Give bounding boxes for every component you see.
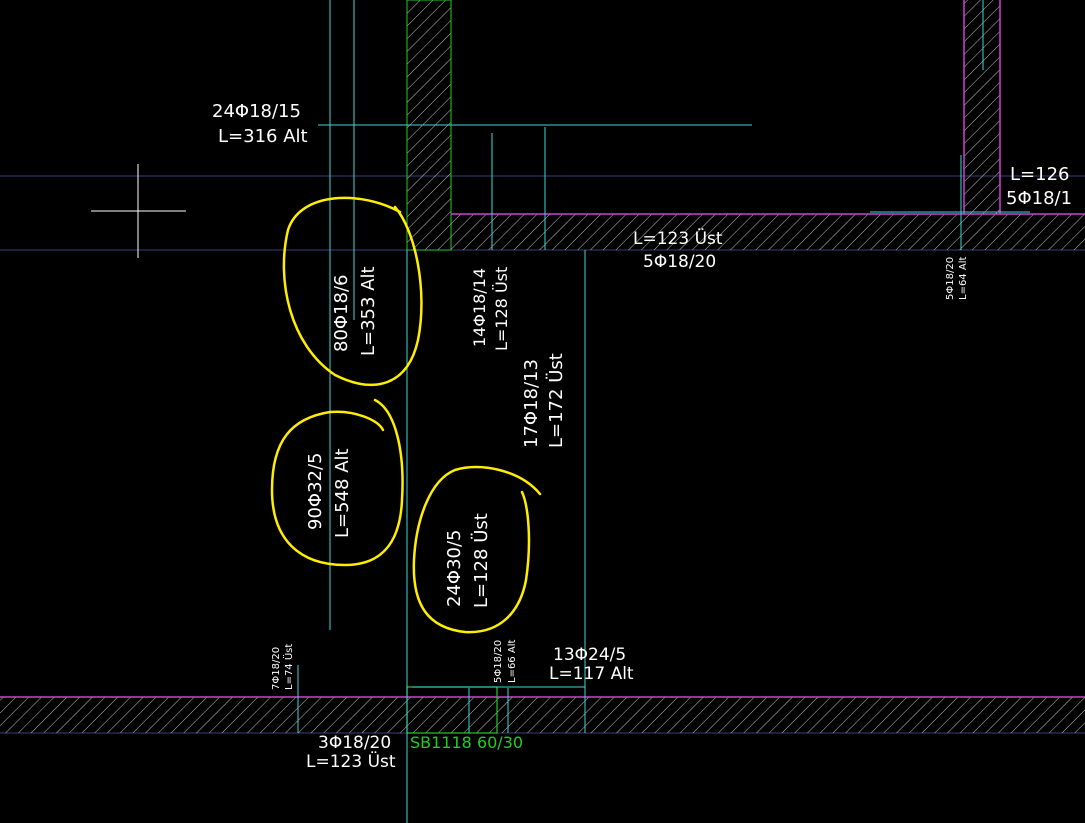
label-v14-count: 14Φ18/14 <box>470 267 489 347</box>
label-bottom-left-length: L=123 Üst <box>306 752 396 772</box>
label-v14-length: L=128 Üst <box>492 266 511 351</box>
label-right-small-count: 5Φ18/20 <box>945 256 956 300</box>
label-mid-beam-count: 5Φ18/20 <box>643 252 717 272</box>
annotation-circle-1 <box>282 196 423 387</box>
label-top-left-length: L=316 Alt <box>218 126 308 147</box>
label-v17-length: L=172 Üst <box>546 353 567 448</box>
label-right-small-length: L=64 Alt <box>958 256 969 300</box>
wall-horizontal-top <box>451 214 1085 250</box>
label-circled-2-count: 90Φ32/5 <box>305 452 326 531</box>
label-circled-1-count: 80Φ18/6 <box>331 274 352 353</box>
wall-vertical-right <box>964 0 1000 214</box>
label-top-left-count: 24Φ18/15 <box>212 101 301 122</box>
label-circled-2-length: L=548 Alt <box>332 448 353 538</box>
cad-drawing <box>0 0 1085 823</box>
label-circled-3-length: L=128 Üst <box>471 513 492 608</box>
label-v17-count: 17Φ18/13 <box>521 359 542 448</box>
beam-tag-label: SB1118 60/30 <box>410 733 524 752</box>
annotation-circles <box>270 196 542 634</box>
label-bottom-right-count: 13Φ24/5 <box>553 645 627 665</box>
label-bottom-left-count: 3Φ18/20 <box>318 733 392 753</box>
label-right-top-count: 5Φ18/1 <box>1006 188 1073 209</box>
label-left-small-length: L=74 Üst <box>284 643 295 690</box>
label-mid-small-length: L=66 Alt <box>507 639 518 683</box>
crosshair-icon <box>91 164 186 258</box>
label-circled-1-length: L=353 Alt <box>358 266 379 356</box>
label-right-top-length: L=126 <box>1010 164 1070 185</box>
label-mid-beam-length: L=123 Üst <box>633 229 723 249</box>
walls <box>0 0 1085 734</box>
label-bottom-right-length: L=117 Alt <box>549 664 634 684</box>
wall-horizontal-bottom <box>0 697 1085 733</box>
label-left-small-count: 7Φ18/20 <box>271 646 282 690</box>
label-mid-small-count: 5Φ18/20 <box>493 639 504 683</box>
label-circled-3-count: 24Φ30/5 <box>444 529 465 608</box>
